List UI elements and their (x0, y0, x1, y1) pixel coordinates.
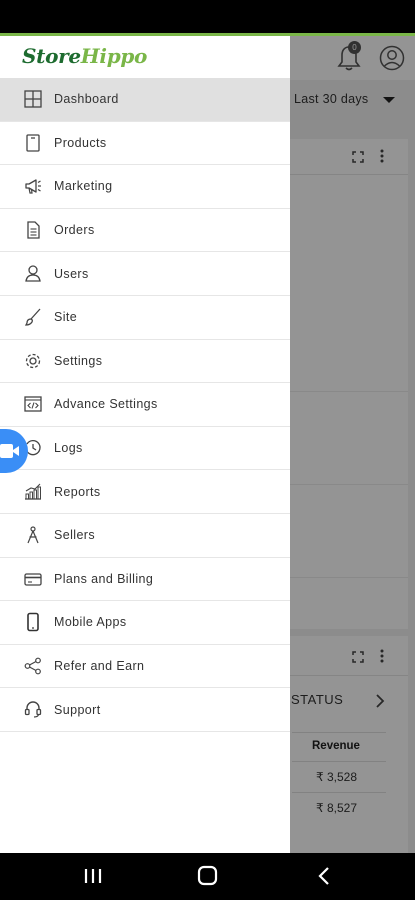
menu-item-plans-and-billing[interactable]: Plans and Billing (0, 558, 290, 602)
menu-item-users[interactable]: Users (0, 252, 290, 296)
menu-item-label: Users (54, 266, 89, 281)
recent-apps-icon[interactable] (81, 865, 105, 887)
menu-item-advance-settings[interactable]: Advance Settings (0, 383, 290, 427)
card-icon (23, 569, 43, 589)
menu-item-label: Settings (54, 353, 103, 368)
dashboard-icon (23, 89, 43, 109)
drawer-menu: Dashboard Products Marketing Orders User… (0, 78, 290, 732)
menu-item-support[interactable]: Support (0, 688, 290, 732)
status-bar (0, 0, 415, 33)
megaphone-icon (23, 176, 43, 196)
products-icon (23, 133, 43, 153)
bar-chart-icon (23, 481, 43, 501)
menu-item-label: Site (54, 310, 78, 325)
menu-item-label: Sellers (54, 528, 96, 543)
menu-item-logs[interactable]: Logs (0, 427, 290, 471)
menu-item-label: Mobile Apps (54, 615, 127, 630)
system-navigation-bar (0, 853, 415, 900)
code-icon (23, 394, 43, 414)
menu-item-mobile-apps[interactable]: Mobile Apps (0, 601, 290, 645)
mobile-icon (23, 612, 43, 632)
menu-item-label: Support (54, 702, 101, 717)
menu-item-sellers[interactable]: Sellers (0, 514, 290, 558)
menu-item-label: Orders (54, 223, 95, 238)
menu-item-marketing[interactable]: Marketing (0, 165, 290, 209)
orders-icon (23, 220, 43, 240)
user-icon (23, 263, 43, 283)
gear-icon (23, 351, 43, 371)
logo-text-hippo: Hippo (80, 44, 148, 68)
menu-item-label: Plans and Billing (54, 571, 154, 586)
menu-item-label: Logs (54, 441, 83, 456)
brush-icon (23, 307, 43, 327)
navigation-drawer: StoreHippo Dashboard Products Marketing … (0, 36, 290, 853)
menu-item-reports[interactable]: Reports (0, 470, 290, 514)
menu-item-label: Reports (54, 484, 101, 499)
menu-item-settings[interactable]: Settings (0, 340, 290, 384)
menu-item-label: Marketing (54, 179, 113, 194)
menu-item-label: Refer and Earn (54, 659, 145, 674)
storehippo-logo[interactable]: StoreHippo (22, 44, 147, 68)
back-icon[interactable] (313, 865, 337, 887)
headset-icon (23, 699, 43, 719)
menu-item-label: Advance Settings (54, 397, 158, 412)
menu-item-dashboard[interactable]: Dashboard (0, 78, 290, 122)
menu-item-refer-and-earn[interactable]: Refer and Earn (0, 645, 290, 689)
logo-text-store: Store (22, 44, 81, 68)
video-camera-icon (0, 444, 19, 458)
share-icon (23, 656, 43, 676)
menu-item-site[interactable]: Site (0, 296, 290, 340)
menu-item-products[interactable]: Products (0, 122, 290, 166)
sellers-icon (23, 525, 43, 545)
menu-item-label: Products (54, 135, 107, 150)
menu-item-label: Dashboard (54, 92, 119, 107)
menu-item-orders[interactable]: Orders (0, 209, 290, 253)
home-icon[interactable] (196, 865, 220, 887)
